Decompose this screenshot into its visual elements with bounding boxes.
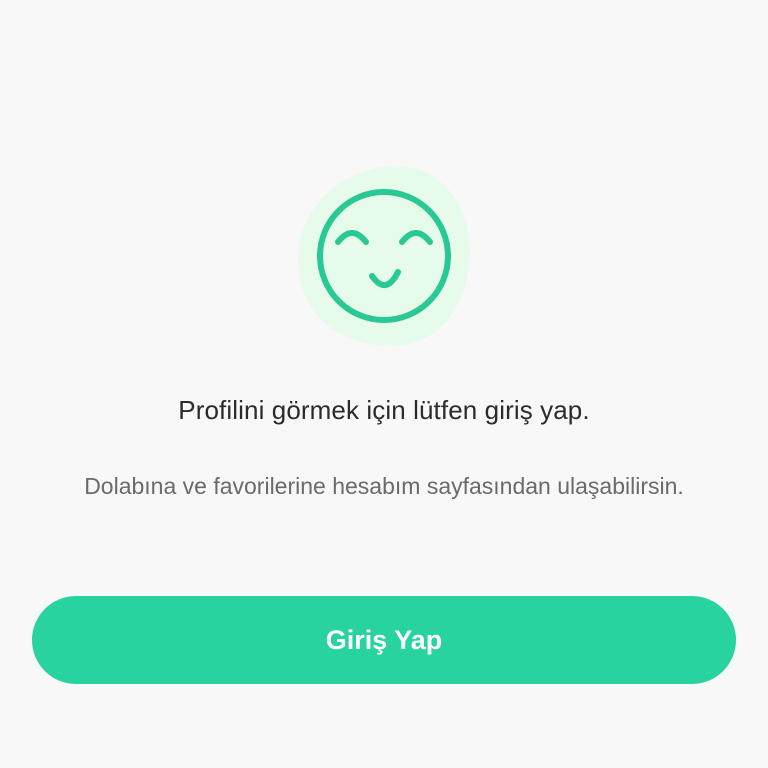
empty-state-title: Profilini görmek için lütfen giriş yap. [178,395,590,425]
login-button[interactable]: Giriş Yap [32,596,736,684]
empty-state-description: Dolabına ve favorilerine hesabım sayfası… [84,473,684,499]
profile-login-screen: Profilini görmek için lütfen giriş yap. … [0,0,768,768]
smiley-face-icon [294,160,474,350]
login-button-label: Giriş Yap [325,624,443,655]
